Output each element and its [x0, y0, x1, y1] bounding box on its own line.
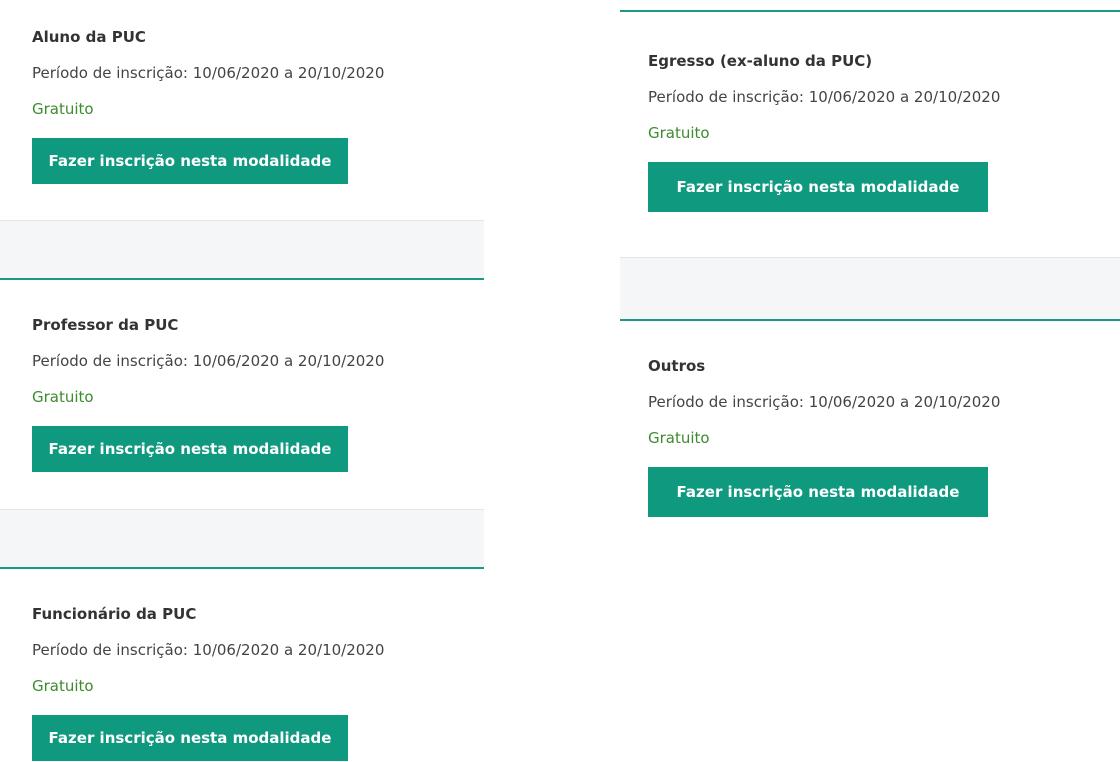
modality-card-outros: Outros Período de inscrição: 10/06/2020 … — [620, 321, 1120, 571]
card-separator — [620, 257, 1120, 321]
register-button-professor[interactable]: Fazer inscrição nesta modalidade — [32, 426, 348, 472]
registration-period: Período de inscrição: 10/06/2020 a 20/10… — [32, 352, 385, 370]
register-button-funcionario[interactable]: Fazer inscrição nesta modalidade — [32, 715, 348, 761]
register-button-outros[interactable]: Fazer inscrição nesta modalidade — [648, 467, 988, 517]
price-label: Gratuito — [32, 388, 94, 406]
registration-period: Período de inscrição: 10/06/2020 a 20/10… — [648, 88, 1001, 106]
price-label: Gratuito — [32, 677, 94, 695]
registration-period: Período de inscrição: 10/06/2020 a 20/10… — [648, 393, 1001, 411]
card-separator — [0, 220, 484, 280]
modality-title: Funcionário da PUC — [32, 605, 197, 623]
price-label: Gratuito — [648, 124, 710, 142]
price-label: Gratuito — [648, 429, 710, 447]
modality-title: Professor da PUC — [32, 316, 179, 334]
right-column: Egresso (ex-aluno da PUC) Período de ins… — [620, 0, 1120, 571]
price-label: Gratuito — [32, 100, 94, 118]
modality-card-aluno: Aluno da PUC Período de inscrição: 10/06… — [0, 0, 484, 220]
modality-card-funcionario: Funcionário da PUC Período de inscrição:… — [0, 569, 484, 762]
card-separator — [0, 509, 484, 569]
left-column: Aluno da PUC Período de inscrição: 10/06… — [0, 0, 484, 762]
register-button-egresso[interactable]: Fazer inscrição nesta modalidade — [648, 162, 988, 212]
registration-period: Período de inscrição: 10/06/2020 a 20/10… — [32, 641, 385, 659]
modality-title: Aluno da PUC — [32, 28, 146, 46]
registration-period: Período de inscrição: 10/06/2020 a 20/10… — [32, 64, 385, 82]
register-button-aluno[interactable]: Fazer inscrição nesta modalidade — [32, 138, 348, 184]
modality-card-egresso: Egresso (ex-aluno da PUC) Período de ins… — [620, 12, 1120, 257]
modality-title: Outros — [648, 357, 706, 375]
modality-title: Egresso (ex-aluno da PUC) — [648, 52, 873, 70]
modality-card-professor: Professor da PUC Período de inscrição: 1… — [0, 280, 484, 509]
